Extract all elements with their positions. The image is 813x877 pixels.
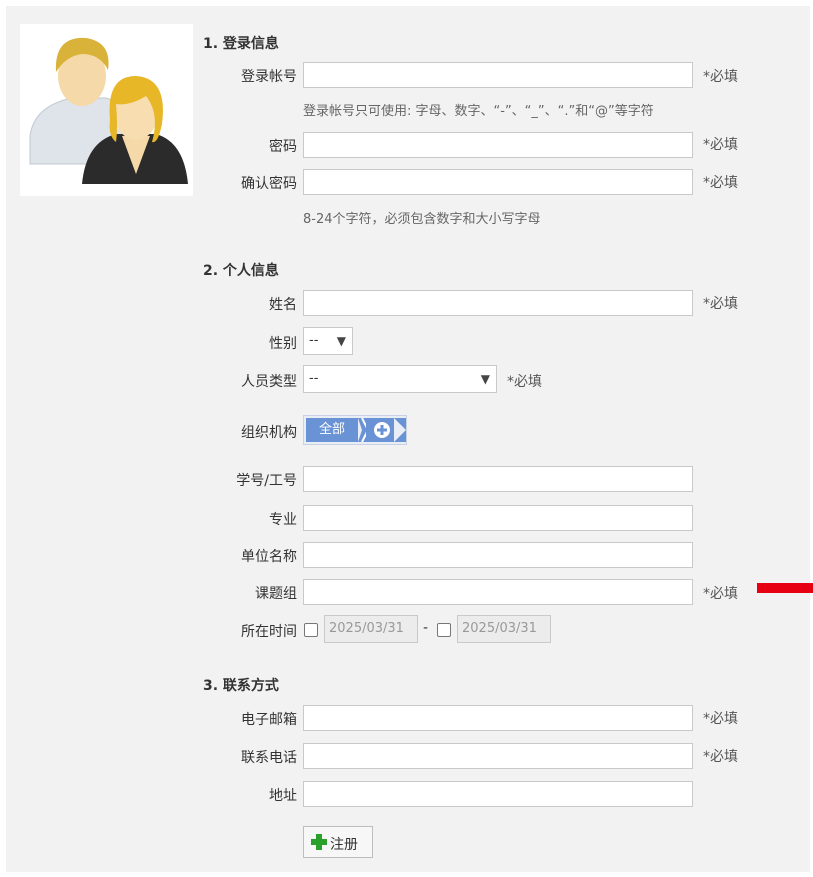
organization-selector[interactable]: 全部 <box>303 415 407 445</box>
phone-input[interactable] <box>303 743 693 769</box>
label-research-group: 课题组 <box>255 586 297 602</box>
address-input[interactable] <box>303 781 693 807</box>
label-duration: 所在时间 <box>241 624 297 640</box>
start-date-checkbox[interactable] <box>304 623 318 637</box>
dropdown-arrow-icon: ▼ <box>336 334 346 348</box>
required-phone: *必填 <box>703 749 738 765</box>
label-name: 姓名 <box>269 297 297 313</box>
name-input[interactable] <box>303 290 693 316</box>
email-input[interactable] <box>303 705 693 731</box>
unit-name-input[interactable] <box>303 542 693 568</box>
label-unit-name: 单位名称 <box>241 549 297 565</box>
date-separator: - <box>423 620 429 636</box>
label-email: 电子邮箱 <box>241 712 297 728</box>
section-title-personal: 2. 个人信息 <box>203 263 279 279</box>
end-date-checkbox[interactable] <box>437 623 451 637</box>
label-major: 专业 <box>269 512 297 528</box>
dropdown-arrow-icon: ▼ <box>480 372 490 386</box>
green-plus-icon <box>311 834 327 850</box>
section-title-contact: 3. 联系方式 <box>203 678 279 694</box>
password-input[interactable] <box>303 132 693 158</box>
hint-password: 8-24个字符，必须包含数字和大小写字母 <box>303 212 541 227</box>
organization-tag[interactable]: 全部 <box>306 418 358 442</box>
users-avatar-icon <box>29 37 188 184</box>
label-organization: 组织机构 <box>241 425 297 441</box>
section-title-login: 1. 登录信息 <box>203 36 279 52</box>
red-marker <box>757 583 813 593</box>
research-group-input[interactable] <box>303 579 693 605</box>
avatar <box>20 24 193 196</box>
person-type-selected-value: -- <box>309 371 319 386</box>
label-person-type: 人员类型 <box>241 374 297 390</box>
major-input[interactable] <box>303 505 693 531</box>
gender-selected-value: -- <box>309 333 319 348</box>
gender-select[interactable]: -- ▼ <box>303 327 353 355</box>
register-button-label: 注册 <box>330 837 358 853</box>
required-email: *必填 <box>703 711 738 727</box>
required-password: *必填 <box>703 137 738 153</box>
person-type-select[interactable]: -- ▼ <box>303 365 497 393</box>
label-address: 地址 <box>269 788 297 804</box>
required-research-group: *必填 <box>703 586 738 602</box>
label-phone: 联系电话 <box>241 750 297 766</box>
plus-circle-icon <box>374 418 406 442</box>
start-date-field[interactable]: 2025/03/31 <box>324 615 418 643</box>
hint-account: 登录帐号只可使用: 字母、数字、“-”、“_”、“.”和“@”等字符 <box>303 104 654 119</box>
register-button[interactable]: 注册 <box>303 826 373 858</box>
required-person-type: *必填 <box>507 374 542 390</box>
label-gender: 性别 <box>269 336 297 352</box>
required-account: *必填 <box>703 69 738 85</box>
required-name: *必填 <box>703 296 738 312</box>
label-confirm-password: 确认密码 <box>241 176 297 192</box>
label-student-id: 学号/工号 <box>236 473 297 489</box>
end-date-field[interactable]: 2025/03/31 <box>457 615 551 643</box>
label-account: 登录帐号 <box>241 69 297 85</box>
confirm-password-input[interactable] <box>303 169 693 195</box>
student-id-input[interactable] <box>303 466 693 492</box>
account-input[interactable] <box>303 62 693 88</box>
label-password: 密码 <box>269 139 297 155</box>
organization-add-button[interactable] <box>366 418 406 442</box>
required-confirm-password: *必填 <box>703 175 738 191</box>
